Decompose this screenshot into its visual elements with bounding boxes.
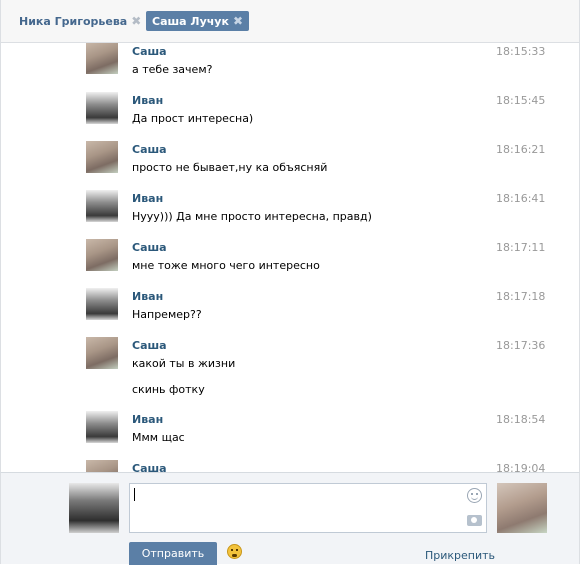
message-time: 18:19:04 xyxy=(496,462,546,472)
message-author[interactable]: Саша xyxy=(132,45,167,58)
message-time: 18:16:41 xyxy=(496,192,546,205)
camera-icon[interactable] xyxy=(467,515,482,526)
message-text: Напремер?? xyxy=(132,308,202,321)
message: Иван 18:17:18 Напремер?? xyxy=(1,288,579,328)
tab-label: Саша Лучук xyxy=(152,15,229,28)
close-icon[interactable]: ✖ xyxy=(131,14,141,28)
text-caret xyxy=(134,488,135,501)
avatar[interactable] xyxy=(86,411,118,443)
message: Саша 18:15:33 а тебе зачем? xyxy=(1,43,579,83)
message-author[interactable]: Саша xyxy=(132,241,167,254)
avatar[interactable] xyxy=(86,190,118,222)
message-text: Нууу))) Да мне просто интересна, правд) xyxy=(132,210,372,223)
message-author[interactable]: Саша xyxy=(132,143,167,156)
message: Саша 18:19:04 xyxy=(1,460,579,472)
message-time: 18:15:45 xyxy=(496,94,546,107)
message-time: 18:17:18 xyxy=(496,290,546,303)
emoji-icon[interactable] xyxy=(227,544,242,559)
message-time: 18:17:36 xyxy=(496,339,546,352)
peer-avatar[interactable] xyxy=(497,483,547,533)
avatar[interactable] xyxy=(86,288,118,320)
tab-sasha[interactable]: Саша Лучук ✖ xyxy=(146,11,249,31)
avatar[interactable] xyxy=(86,141,118,173)
message-input[interactable] xyxy=(129,483,487,533)
message-time: 18:16:21 xyxy=(496,143,546,156)
avatar[interactable] xyxy=(86,460,118,472)
avatar[interactable] xyxy=(86,239,118,271)
message: Саша 18:17:11 мне тоже много чего интере… xyxy=(1,239,579,279)
message-time: 18:18:54 xyxy=(496,413,546,426)
tab-nika[interactable]: Ника Григорьева ✖ xyxy=(13,11,147,31)
message-author[interactable]: Иван xyxy=(132,94,163,107)
message-text: а тебе зачем? xyxy=(132,63,213,76)
message-author[interactable]: Саша xyxy=(132,339,167,352)
message-time: 18:17:11 xyxy=(496,241,546,254)
message: Саша 18:16:21 просто не бывает,ну ка объ… xyxy=(1,141,579,181)
smile-icon[interactable] xyxy=(467,488,482,503)
message-text: какой ты в жизни xyxy=(132,357,236,370)
attach-link[interactable]: Прикрепить xyxy=(425,549,495,562)
avatar[interactable] xyxy=(86,43,118,74)
message-author[interactable]: Иван xyxy=(132,290,163,303)
message-history[interactable]: Саша 18:15:33 а тебе зачем? Иван 18:15:4… xyxy=(0,43,580,472)
close-icon[interactable]: ✖ xyxy=(233,14,243,28)
message-text: Ммм щас xyxy=(132,431,185,444)
message-text: просто не бывает,ну ка объясняй xyxy=(132,161,328,174)
avatar[interactable] xyxy=(86,92,118,124)
send-button[interactable]: Отправить xyxy=(129,542,217,565)
message-composer: Отправить Прикрепить xyxy=(0,472,580,565)
message-author[interactable]: Саша xyxy=(132,462,167,472)
message-time: 18:15:33 xyxy=(496,45,546,58)
message-author[interactable]: Иван xyxy=(132,413,163,426)
dialog-tabs: Ника Григорьева ✖ Саша Лучук ✖ xyxy=(0,0,580,43)
message: Иван 18:18:54 Ммм щас xyxy=(1,411,579,451)
avatar[interactable] xyxy=(86,337,118,369)
message: Иван 18:16:41 Нууу))) Да мне просто инте… xyxy=(1,190,579,230)
message-text: Да прост интересна) xyxy=(132,112,254,125)
message-author[interactable]: Иван xyxy=(132,192,163,205)
message: Саша 18:17:36 какой ты в жизни скинь фот… xyxy=(1,337,579,407)
message-text: скинь фотку xyxy=(132,383,205,396)
my-avatar[interactable] xyxy=(69,483,119,533)
tab-label: Ника Григорьева xyxy=(19,15,128,28)
message: Иван 18:15:45 Да прост интересна) xyxy=(1,92,579,132)
message-text: мне тоже много чего интересно xyxy=(132,259,320,272)
